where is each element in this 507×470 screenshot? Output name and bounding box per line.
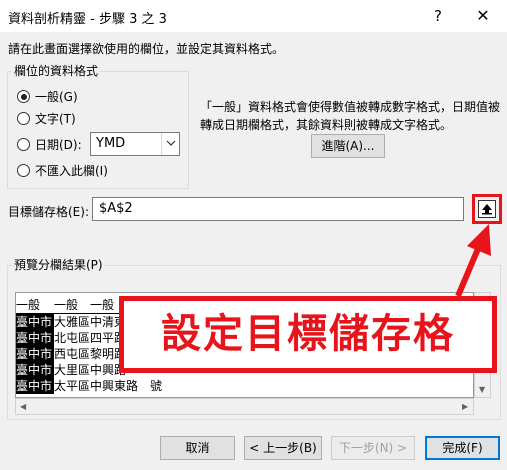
next-button[interactable]: 下一步(N) > [331,436,415,460]
preview-cell: 號 [150,379,163,393]
date-format-select[interactable]: YMD [90,132,180,156]
collapse-dialog-icon[interactable] [478,200,496,218]
scroll-right-icon[interactable]: ▶ [462,402,468,411]
preview-cell: 臺中市 [16,346,54,362]
radio-skip-label: 不匯入此欄(I) [35,164,108,178]
annotation-callout: 設定目標儲存格 [119,296,497,373]
preview-cell: 大雅區 [54,315,90,329]
scroll-left-icon[interactable]: ◀ [20,402,26,411]
finish-button[interactable]: 完成(F) [425,436,500,460]
radio-general-label: 一般(G) [35,90,78,104]
preview-header-2[interactable]: 一般 [54,297,90,314]
radio-text[interactable]: 文字(T) [17,111,76,127]
back-button[interactable]: < 上一步(B) [244,436,322,460]
preview-cell: 北屯區 [54,331,90,345]
window-title: 資料剖析精靈 - 步驟 3 之 3 [8,12,167,27]
radio-skip-column[interactable]: 不匯入此欄(I) [17,163,108,179]
preview-cell: 西屯區 [54,347,90,361]
preview-cell: 中興東路 [90,379,139,393]
preview-cell: 太平區 [54,379,90,393]
close-icon[interactable]: ✕ [470,4,496,28]
annotation-text: 設定目標儲存格 [161,311,455,357]
instruction-text: 請在此畫面選擇欲使用的欄位，並設定其資料格式。 [8,42,285,56]
radio-date-label: 日期(D): [35,138,82,152]
preview-legend: 預覽分欄結果(P) [12,256,105,273]
radio-general-indicator[interactable] [17,90,30,103]
preview-cell: 臺中市 [16,378,54,394]
date-format-value: YMD [96,136,126,151]
radio-text-indicator[interactable] [17,112,30,125]
radio-general[interactable]: 一般(G) [17,89,78,105]
destination-label: 目標儲存格(E): [8,205,89,219]
advanced-button[interactable]: 進階(A)... [311,134,385,158]
scroll-down-icon[interactable]: ▼ [479,385,485,394]
preview-cell: 大里區 [54,363,90,377]
preview-horizontal-scrollbar[interactable]: ◀ ▶ [15,398,474,415]
chevron-down-icon[interactable] [161,133,180,155]
radio-date[interactable]: 日期(D): [17,137,82,153]
radio-date-indicator[interactable] [17,138,30,151]
title-bar: 資料剖析精靈 - 步驟 3 之 3 ? ✕ [0,0,507,32]
preview-cell: 臺中市 [16,362,54,378]
preview-cell: 臺中市 [16,314,54,330]
help-icon[interactable]: ? [428,6,448,26]
collapse-dialog-button[interactable] [472,194,502,224]
preview-header-1[interactable]: 一般 [16,297,54,314]
radio-text-label: 文字(T) [35,112,76,126]
preview-cell: 臺中市 [16,330,54,346]
destination-input[interactable]: $A$2 [92,197,464,221]
radio-skip-indicator[interactable] [17,164,30,177]
format-description: 「一般」資料格式會使得數值被轉成數字格式，日期值被轉成日期欄格式，其餘資料則被轉… [200,100,501,132]
cancel-button[interactable]: 取消 [160,436,235,460]
annotation-arrow-icon [455,224,491,298]
column-format-legend: 欄位的資料格式 [12,62,101,79]
